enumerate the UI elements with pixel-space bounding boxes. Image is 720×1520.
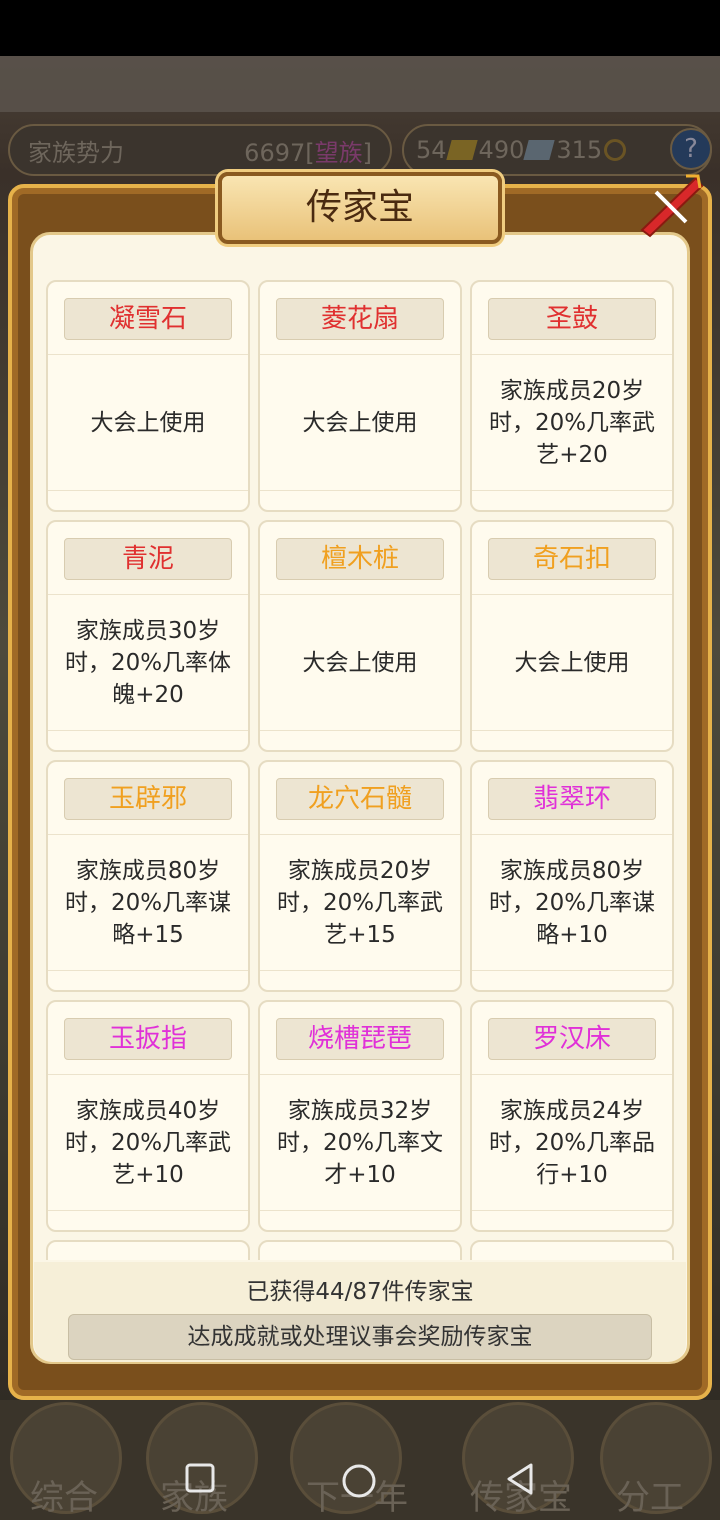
top-band <box>0 56 720 112</box>
rank-open-bracket: [ <box>305 138 315 167</box>
heirloom-name: 青泥 <box>64 538 232 580</box>
silver-amount: 490 <box>478 136 525 164</box>
home-icon[interactable] <box>340 1462 378 1500</box>
nav-division[interactable]: 分工 <box>616 1470 684 1519</box>
heirloom-card[interactable]: 翡翠环 家族成员80岁时，20%几率谋略+10 <box>470 760 674 992</box>
heirloom-description: 家族成员80岁时，20%几率谋略+15 <box>64 858 232 948</box>
heirloom-description: 家族成员32岁时，20%几率文才+10 <box>276 1098 444 1188</box>
gold-ingot-icon <box>445 140 478 160</box>
heirloom-description: 家族成员40岁时，20%几率武艺+10 <box>64 1098 232 1188</box>
heirloom-card[interactable]: 玉辟邪 家族成员80岁时，20%几率谋略+15 <box>46 760 250 992</box>
family-power-value: 6697 <box>244 138 306 167</box>
heirloom-card[interactable]: 圣鼓 家族成员20岁时，20%几率武艺+20 <box>470 280 674 512</box>
heirloom-description: 家族成员20岁时，20%几率武艺+15 <box>276 858 444 948</box>
coin-icon <box>604 139 627 161</box>
gold-amount: 54 <box>416 136 447 164</box>
heirloom-description: 大会上使用 <box>302 650 418 676</box>
family-power-bar[interactable]: 家族势力 6697[望族] <box>8 124 392 176</box>
coin-amount: 315 <box>556 136 603 164</box>
card-footer-line <box>260 730 460 731</box>
card-footer-line <box>472 730 672 731</box>
collection-count: 已获得44/87件传家宝 <box>246 1279 474 1305</box>
heirloom-name: 奇石扣 <box>488 538 656 580</box>
heirloom-name: 龙穴石髓 <box>276 778 444 820</box>
heirloom-name: 烧槽琵琶 <box>276 1018 444 1060</box>
rank-close-bracket: ] <box>362 138 372 167</box>
heirloom-name: 玉扳指 <box>64 1018 232 1060</box>
heirloom-name: 罗汉床 <box>488 1018 656 1060</box>
heirloom-card[interactable]: 菱花扇 大会上使用 <box>258 280 462 512</box>
heirloom-grid[interactable]: 凝雪石 大会上使用 菱花扇 大会上使用 圣鼓 家族成员20岁时，20%几率武艺+… <box>46 280 674 1260</box>
help-icon[interactable]: ? <box>670 128 712 170</box>
heirloom-card[interactable]: 奇石扣 大会上使用 <box>470 520 674 752</box>
heirloom-description: 大会上使用 <box>302 410 418 436</box>
card-footer-line <box>260 970 460 971</box>
close-icon[interactable] <box>636 170 706 240</box>
dialog-title: 传家宝 <box>305 187 414 228</box>
heirloom-description: 家族成员20岁时，20%几率武艺+20 <box>488 378 656 468</box>
card-footer-line <box>48 1210 248 1211</box>
heirloom-card[interactable]: 凝雪石 大会上使用 <box>46 280 250 512</box>
heirloom-card[interactable]: 青泥 家族成员30岁时，20%几率体魄+20 <box>46 520 250 752</box>
heirloom-description: 家族成员30岁时，20%几率体魄+20 <box>64 618 232 708</box>
silver-ingot-icon <box>523 140 556 160</box>
family-rank: 望族 <box>314 138 363 167</box>
back-icon[interactable] <box>504 1462 536 1496</box>
heirloom-card[interactable]: 烧槽琵琶 家族成员32岁时，20%几率文才+10 <box>258 1000 462 1232</box>
recent-apps-icon[interactable] <box>184 1462 216 1494</box>
heirloom-description: 家族成员80岁时，20%几率谋略+10 <box>488 858 656 948</box>
heirloom-name: 凝雪石 <box>64 298 232 340</box>
card-footer-line <box>472 1210 672 1211</box>
card-footer-line <box>472 970 672 971</box>
card-footer-line <box>48 730 248 731</box>
heirloom-card-partial[interactable] <box>46 1240 250 1260</box>
heirloom-card[interactable]: 罗汉床 家族成员24岁时，20%几率品行+10 <box>470 1000 674 1232</box>
card-footer-line <box>472 490 672 491</box>
reward-hint: 达成成就或处理议事会奖励传家宝 <box>68 1314 652 1360</box>
heirloom-card-partial[interactable] <box>258 1240 462 1260</box>
card-footer-line <box>48 490 248 491</box>
heirloom-card[interactable]: 檀木桩 大会上使用 <box>258 520 462 752</box>
heirloom-description: 大会上使用 <box>90 410 206 436</box>
heirloom-description: 家族成员24岁时，20%几率品行+10 <box>488 1098 656 1188</box>
currency-bar[interactable]: 54 490 315 <box>402 124 712 176</box>
nav-general[interactable]: 综合 <box>30 1470 98 1519</box>
heirloom-description: 大会上使用 <box>514 650 630 676</box>
heirloom-card[interactable]: 龙穴石髓 家族成员20岁时，20%几率武艺+15 <box>258 760 462 992</box>
heirloom-name: 菱花扇 <box>276 298 444 340</box>
heirloom-card[interactable]: 玉扳指 家族成员40岁时，20%几率武艺+10 <box>46 1000 250 1232</box>
status-bar <box>0 0 720 56</box>
card-footer-line <box>48 970 248 971</box>
card-footer-line <box>260 1210 460 1211</box>
heirloom-name: 檀木桩 <box>276 538 444 580</box>
family-power-label: 家族势力 <box>28 138 124 167</box>
heirloom-card-partial[interactable] <box>470 1240 674 1260</box>
heirloom-name: 玉辟邪 <box>64 778 232 820</box>
heirloom-name: 圣鼓 <box>488 298 656 340</box>
card-footer-line <box>260 490 460 491</box>
heirloom-name: 翡翠环 <box>488 778 656 820</box>
